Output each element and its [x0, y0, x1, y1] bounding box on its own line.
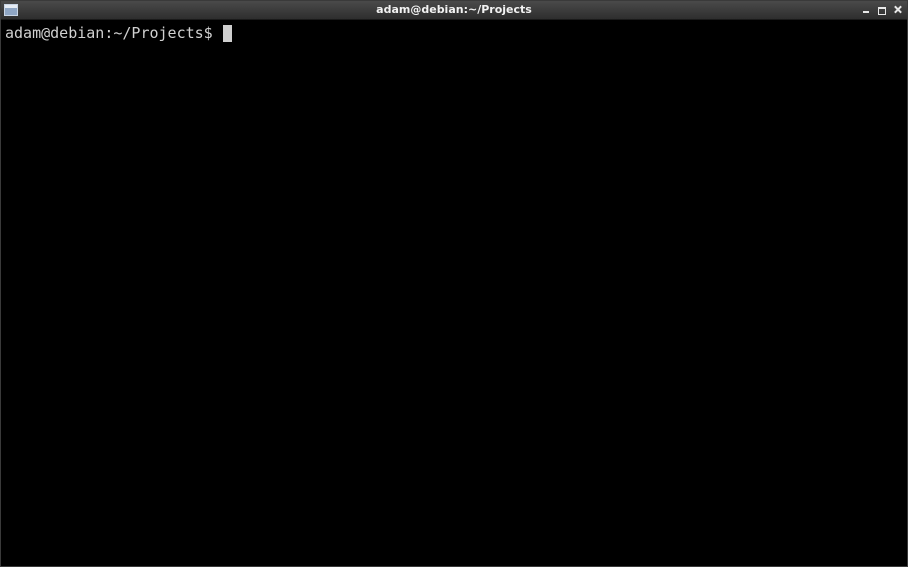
prompt-line: adam@debian:~/Projects$: [5, 23, 903, 43]
text-cursor: [222, 24, 232, 42]
terminal-window: adam@debian:~/Projects adam@debian:~/Pro…: [0, 0, 908, 567]
minimize-icon[interactable]: [859, 3, 873, 17]
window-controls: [859, 3, 905, 17]
close-icon[interactable]: [891, 3, 905, 17]
maximize-icon[interactable]: [875, 3, 889, 17]
window-title: adam@debian:~/Projects: [376, 3, 532, 16]
shell-prompt: adam@debian:~/Projects$: [5, 24, 222, 42]
title-bar[interactable]: adam@debian:~/Projects: [1, 1, 907, 20]
terminal-area[interactable]: adam@debian:~/Projects$: [1, 20, 907, 566]
